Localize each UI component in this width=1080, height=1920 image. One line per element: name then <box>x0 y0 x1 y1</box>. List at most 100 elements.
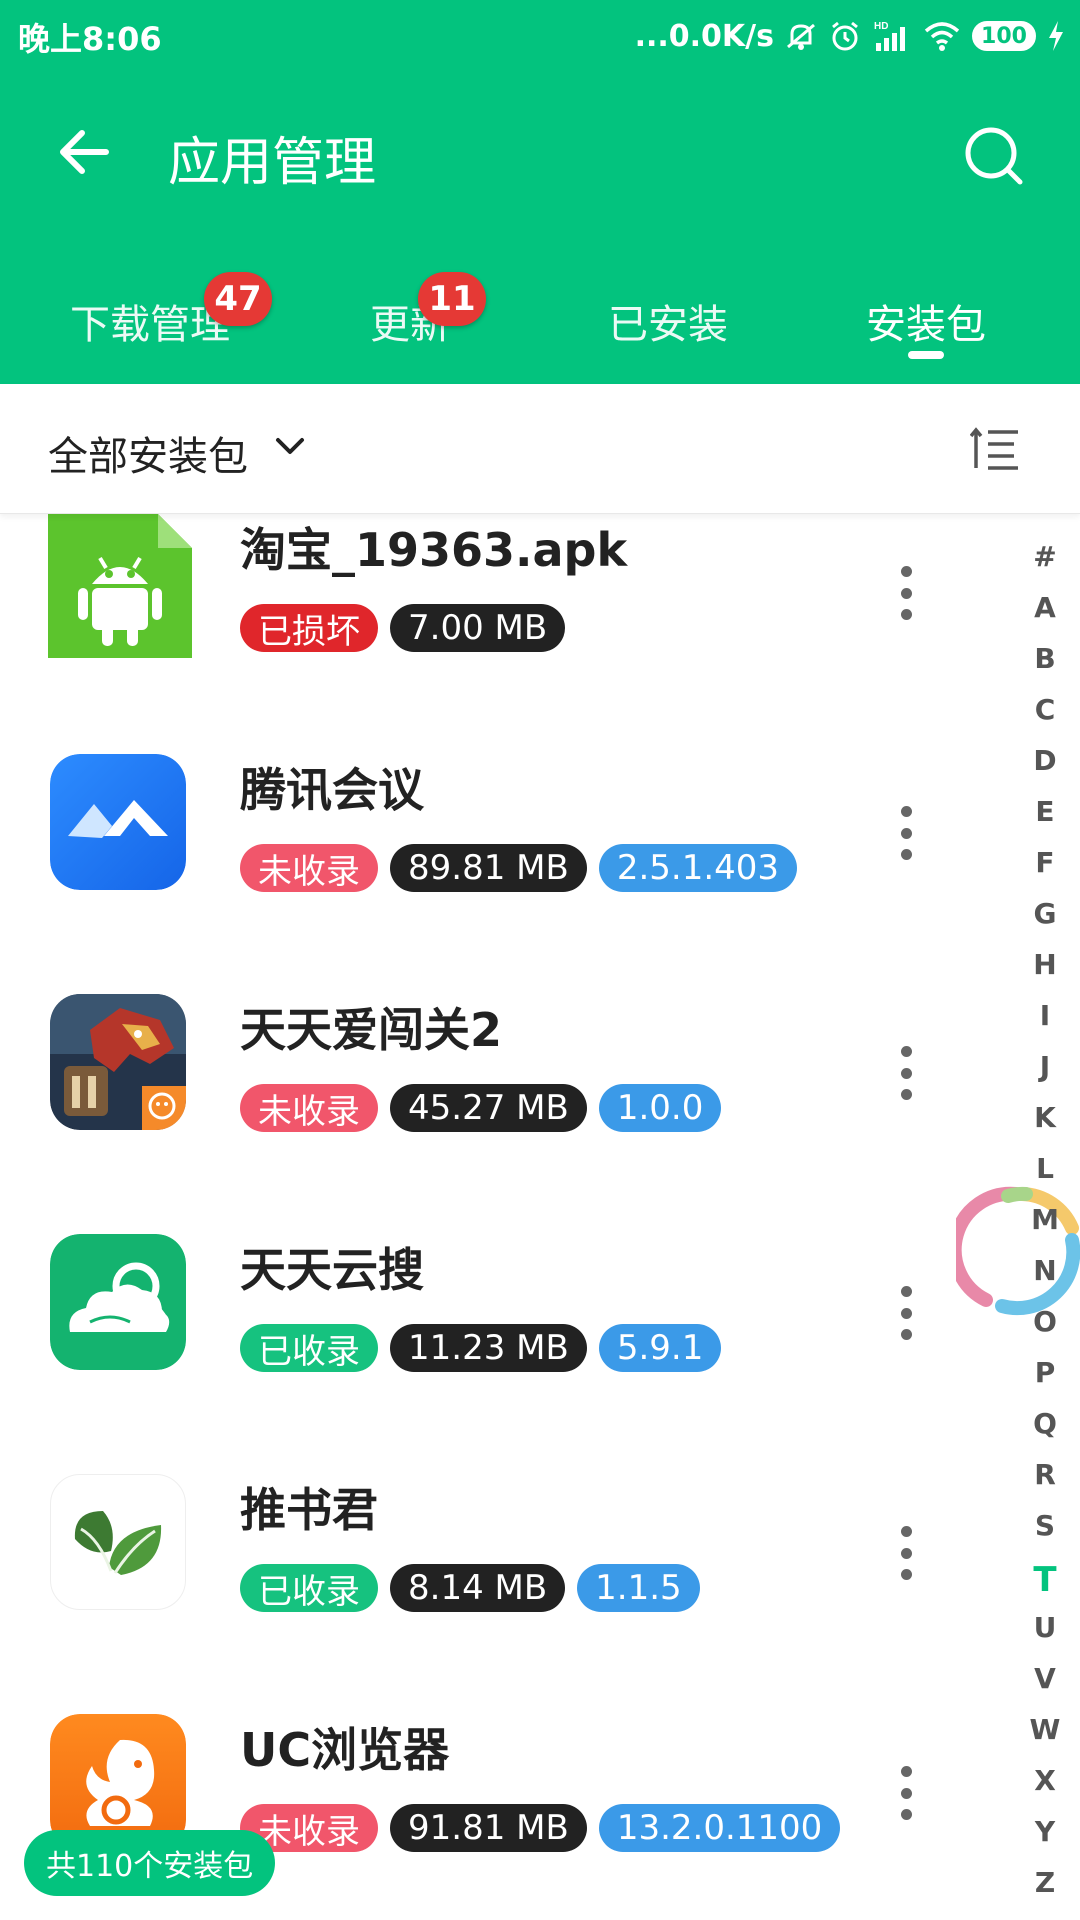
index-letter-l[interactable]: L <box>1020 1152 1070 1185</box>
dot <box>900 609 912 620</box>
dot <box>900 587 912 599</box>
index-letter-k[interactable]: K <box>1020 1101 1070 1134</box>
dot <box>900 849 912 860</box>
dot <box>900 1787 912 1799</box>
size-badge: 45.27 MB <box>390 1084 587 1132</box>
app-name: 天天爱闯关2 <box>240 1003 503 1057</box>
index-letter-m[interactable]: M <box>1020 1203 1070 1236</box>
game-dragon-icon <box>50 994 186 1130</box>
status-bar: 晚上8:06 ...0.0K/s HD 100 <box>0 0 1080 72</box>
status-icons: ...0.0K/s HD 100 <box>635 14 1066 58</box>
dot <box>900 1046 912 1057</box>
dot <box>900 1547 912 1559</box>
more-options-button[interactable] <box>894 1286 918 1340</box>
leaf-icon <box>50 1474 186 1610</box>
back-button[interactable] <box>54 122 114 182</box>
dot <box>900 1286 912 1297</box>
index-letter-s[interactable]: S <box>1020 1509 1070 1542</box>
dot <box>900 1569 912 1580</box>
index-letter-u[interactable]: U <box>1020 1611 1070 1644</box>
status-badge: 未收录 <box>240 844 378 892</box>
more-options-button[interactable] <box>894 1526 918 1580</box>
mute-icon <box>784 19 818 53</box>
index-letter-e[interactable]: E <box>1020 795 1070 828</box>
status-badge: 未收录 <box>240 1084 378 1132</box>
index-letter-o[interactable]: O <box>1020 1305 1070 1338</box>
index-letter-z[interactable]: Z <box>1020 1866 1070 1899</box>
version-badge: 1.0.0 <box>598 1084 722 1132</box>
list-item[interactable]: 淘宝_19363.apk 已损坏 7.00 MB <box>0 514 1000 754</box>
index-letter-r[interactable]: R <box>1020 1458 1070 1491</box>
package-list: 淘宝_19363.apk 已损坏 7.00 MB 腾讯会议 未收录 89.81 … <box>0 514 1080 1920</box>
update-count-badge: 11 <box>418 272 486 326</box>
tab-label: 已安装 <box>608 302 728 348</box>
index-letter-t[interactable]: T <box>1020 1560 1070 1600</box>
download-count-badge: 47 <box>204 272 272 326</box>
index-letter-w[interactable]: W <box>1020 1713 1070 1746</box>
status-time: 晚上8:06 <box>18 20 162 58</box>
index-letter-q[interactable]: Q <box>1020 1407 1070 1440</box>
tag-row: 已损坏 7.00 MB <box>240 604 566 652</box>
search-button[interactable] <box>962 124 1026 188</box>
index-letter-hash[interactable]: # <box>1020 540 1070 573</box>
list-item[interactable]: 腾讯会议 未收录 89.81 MB 2.5.1.403 <box>0 754 1000 994</box>
index-letter-g[interactable]: G <box>1020 897 1070 930</box>
size-badge: 11.23 MB <box>390 1324 587 1372</box>
dot <box>900 1766 912 1777</box>
index-letter-a[interactable]: A <box>1020 591 1070 624</box>
page-title: 应用管理 <box>168 133 377 193</box>
list-item[interactable]: 天天爱闯关2 未收录 45.27 MB 1.0.0 <box>0 994 1000 1234</box>
dot <box>900 1809 912 1820</box>
index-letter-d[interactable]: D <box>1020 744 1070 777</box>
alarm-icon <box>828 19 862 53</box>
arrow-left-icon <box>60 130 109 174</box>
index-letter-i[interactable]: I <box>1020 999 1070 1032</box>
net-speed: ...0.0K/s <box>634 18 774 54</box>
dot <box>900 806 912 817</box>
tab-installed[interactable]: 已安装 <box>608 292 728 350</box>
app-name: 推书君 <box>240 1483 378 1537</box>
filter-dropdown[interactable]: 全部安装包 <box>48 424 248 482</box>
search-icon <box>965 127 1023 185</box>
tag-row: 未收录 89.81 MB 2.5.1.403 <box>240 844 798 892</box>
sort-icon[interactable] <box>970 426 1022 472</box>
tab-packages[interactable]: 安装包 <box>866 292 986 350</box>
index-letter-v[interactable]: V <box>1020 1662 1070 1695</box>
status-badge: 已收录 <box>240 1324 378 1372</box>
index-letter-f[interactable]: F <box>1020 846 1070 879</box>
index-letter-b[interactable]: B <box>1020 642 1070 675</box>
header: 晚上8:06 ...0.0K/s HD 100 应用管理 下载管理 47 更新 … <box>0 0 1080 384</box>
app-name: 腾讯会议 <box>240 763 424 817</box>
version-badge: 1.1.5 <box>577 1564 700 1612</box>
index-letter-p[interactable]: P <box>1020 1356 1070 1389</box>
index-letter-n[interactable]: N <box>1020 1254 1070 1287</box>
index-letter-x[interactable]: X <box>1020 1764 1070 1797</box>
index-letter-h[interactable]: H <box>1020 948 1070 981</box>
filter-bar: 全部安装包 <box>0 384 1080 514</box>
app-bar: 应用管理 <box>0 72 1080 240</box>
status-badge: 已收录 <box>240 1564 378 1612</box>
index-letter-j[interactable]: J <box>1020 1050 1070 1083</box>
cloud-search-icon <box>50 1234 186 1370</box>
wifi-icon <box>922 19 962 53</box>
active-tab-indicator <box>908 351 944 359</box>
more-options-button[interactable] <box>894 1766 918 1820</box>
more-options-button[interactable] <box>894 566 918 620</box>
list-item[interactable]: 天天云搜 已收录 11.23 MB 5.9.1 <box>0 1234 1000 1474</box>
version-badge: 5.9.1 <box>598 1324 722 1372</box>
chevron-down-icon[interactable] <box>272 428 308 464</box>
svg-text:HD: HD <box>874 21 888 32</box>
tag-row: 未收录 91.81 MB 13.2.0.1100 <box>240 1804 841 1852</box>
app-name: 天天云搜 <box>240 1243 424 1297</box>
dot <box>900 566 912 577</box>
signal-hd-icon: HD <box>872 19 912 53</box>
status-badge: 已损坏 <box>240 604 378 652</box>
more-options-button[interactable] <box>894 806 918 860</box>
more-options-button[interactable] <box>894 1046 918 1100</box>
list-item[interactable]: 推书君 已收录 8.14 MB 1.1.5 <box>0 1474 1000 1714</box>
index-letter-y[interactable]: Y <box>1020 1815 1070 1848</box>
version-badge: 2.5.1.403 <box>598 844 798 892</box>
tab-bar: 下载管理 47 更新 11 已安装 安装包 <box>0 256 1080 384</box>
index-letter-c[interactable]: C <box>1020 693 1070 726</box>
tag-row: 已收录 11.23 MB 5.9.1 <box>240 1324 722 1372</box>
